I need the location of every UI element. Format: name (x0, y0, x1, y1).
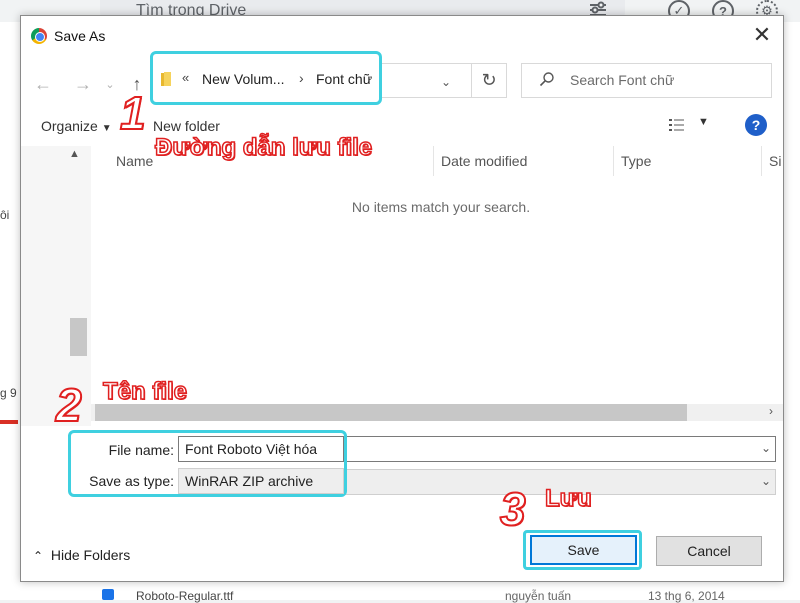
drive-file-owner: nguyễn tuấn (505, 589, 572, 603)
refresh-icon[interactable]: ↻ (471, 63, 507, 98)
folder-icon (161, 72, 171, 86)
column-size[interactable]: Si (769, 153, 781, 169)
chrome-logo-icon (31, 28, 47, 44)
file-name-value: Font Roboto Việt hóa (185, 441, 318, 457)
annotation-label-2: Tên file (102, 377, 188, 406)
chevron-down-icon: ▼ (101, 123, 112, 134)
view-dropdown-icon[interactable]: ▼ (698, 116, 709, 128)
address-path-highlight[interactable]: « New Volum... › Font chữ (150, 51, 382, 105)
horizontal-scrollbar-thumb[interactable] (95, 404, 687, 421)
address-separator-chevron-icon[interactable]: › (299, 70, 304, 86)
help-icon[interactable]: ? (745, 114, 767, 136)
hide-folders-button[interactable]: ⌃ Hide Folders (33, 547, 130, 563)
save-type-dropdown-icon[interactable]: ⌄ (761, 474, 771, 488)
recent-locations-chevron-icon[interactable]: ⌄ (103, 72, 117, 96)
empty-list-message: No items match your search. (351, 199, 531, 215)
scroll-up-chevron-icon[interactable]: ▲ (69, 148, 80, 160)
annotation-number-3: 3 (499, 482, 527, 536)
storage-bar (0, 420, 18, 424)
cancel-button[interactable]: Cancel (656, 536, 762, 566)
file-name-input[interactable]: Font Roboto Việt hóa (178, 436, 344, 462)
new-folder-button[interactable]: New folder (153, 118, 220, 134)
column-divider[interactable] (613, 146, 614, 176)
file-name-dropdown-icon[interactable]: ⌄ (761, 441, 771, 455)
close-button[interactable]: ✕ (747, 22, 777, 48)
annotation-label-1: Đường dẫn lưu file (154, 133, 373, 162)
file-name-label: File name: (108, 442, 174, 458)
search-placeholder: Search Font chữ (570, 72, 675, 88)
annotation-number-2: 2 (55, 378, 83, 432)
save-type-value: WinRAR ZIP archive (185, 473, 314, 489)
save-type-label: Save as type: (89, 473, 174, 489)
address-overflow-chevron-icon[interactable]: « (182, 70, 189, 85)
forward-arrow-icon[interactable]: → (71, 72, 95, 96)
navigation-scrollbar-thumb[interactable] (70, 318, 87, 356)
column-type[interactable]: Type (621, 153, 651, 169)
drive-file-date: 13 thg 6, 2014 (648, 589, 725, 603)
annotation-number-1: 1 (119, 86, 147, 140)
drive-right-panel (784, 22, 800, 600)
save-type-value-box[interactable]: WinRAR ZIP archive (178, 468, 344, 494)
address-segment-volume[interactable]: New Volum... (202, 71, 284, 87)
column-divider[interactable] (761, 146, 762, 176)
view-options-icon[interactable] (668, 117, 686, 133)
column-divider[interactable] (433, 146, 434, 176)
search-icon (539, 72, 554, 87)
hide-folders-label: Hide Folders (50, 547, 131, 563)
file-fields-highlight: File name: Font Roboto Việt hóa Save as … (68, 430, 347, 497)
drive-sidebar-text: g 9 (0, 386, 17, 400)
save-button[interactable]: Save (530, 535, 637, 565)
file-type-icon (102, 589, 114, 600)
column-date-modified[interactable]: Date modified (441, 153, 527, 169)
drive-sidebar-text: ôi (0, 208, 10, 222)
dialog-title: Save As (54, 28, 106, 44)
back-arrow-icon[interactable]: ← (31, 72, 55, 96)
column-name[interactable]: Name (116, 153, 153, 169)
annotation-label-3: Lưu (544, 484, 592, 513)
chevron-up-icon: ⌃ (33, 549, 44, 563)
scroll-right-chevron-icon[interactable]: › (769, 404, 773, 418)
drive-left-sidebar (0, 22, 20, 600)
address-segment-folder[interactable]: Font chữ (316, 71, 372, 87)
organize-button[interactable]: Organize ▼ (41, 118, 112, 134)
address-dropdown-chevron-icon[interactable]: ⌄ (436, 72, 456, 92)
drive-file-name[interactable]: Roboto-Regular.ttf (136, 589, 233, 603)
organize-label: Organize (41, 118, 98, 134)
